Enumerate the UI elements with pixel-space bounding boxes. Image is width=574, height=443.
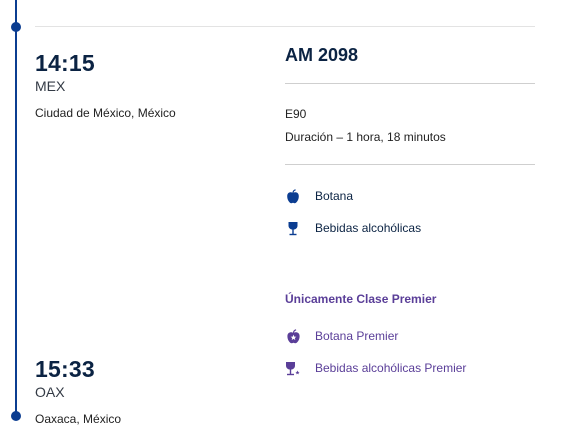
divider: [285, 164, 535, 165]
flight-duration: Duración – 1 hora, 18 minutos: [285, 130, 446, 144]
departure-city: Ciudad de México, México: [35, 106, 176, 120]
arrival-dot: [11, 411, 21, 421]
amenity-label: Bebidas alcohólicas Premier: [315, 361, 467, 375]
timeline-line: [15, 0, 17, 416]
apple-icon: [285, 188, 301, 204]
premier-apple-icon: [285, 328, 301, 344]
departure-dot: [11, 22, 21, 32]
flight-number: AM 2098: [285, 45, 359, 65]
amenity-premier-drinks: Bebidas alcohólicas Premier: [285, 359, 466, 377]
divider: [285, 83, 535, 84]
departure-airport-code: MEX: [35, 78, 66, 94]
arrival-airport-code: OAX: [35, 384, 65, 400]
aircraft-type: E90: [285, 107, 307, 121]
amenity-label: Botana: [315, 189, 354, 203]
amenity-premier-snack: Botana Premier: [285, 327, 398, 345]
wine-glass-icon: [285, 220, 301, 236]
amenity-label: Botana Premier: [315, 329, 399, 343]
premier-section-title: Únicamente Clase Premier: [285, 292, 437, 306]
departure-time: 14:15: [35, 50, 95, 76]
arrival-city: Oaxaca, México: [35, 412, 122, 426]
amenity-snack: Botana: [285, 187, 353, 205]
amenity-label: Bebidas alcohólicas: [315, 221, 422, 235]
arrival-time: 15:33: [35, 356, 95, 382]
premier-wine-glass-icon: [285, 360, 301, 376]
top-divider: [35, 26, 535, 27]
amenity-drinks: Bebidas alcohólicas: [285, 219, 421, 237]
